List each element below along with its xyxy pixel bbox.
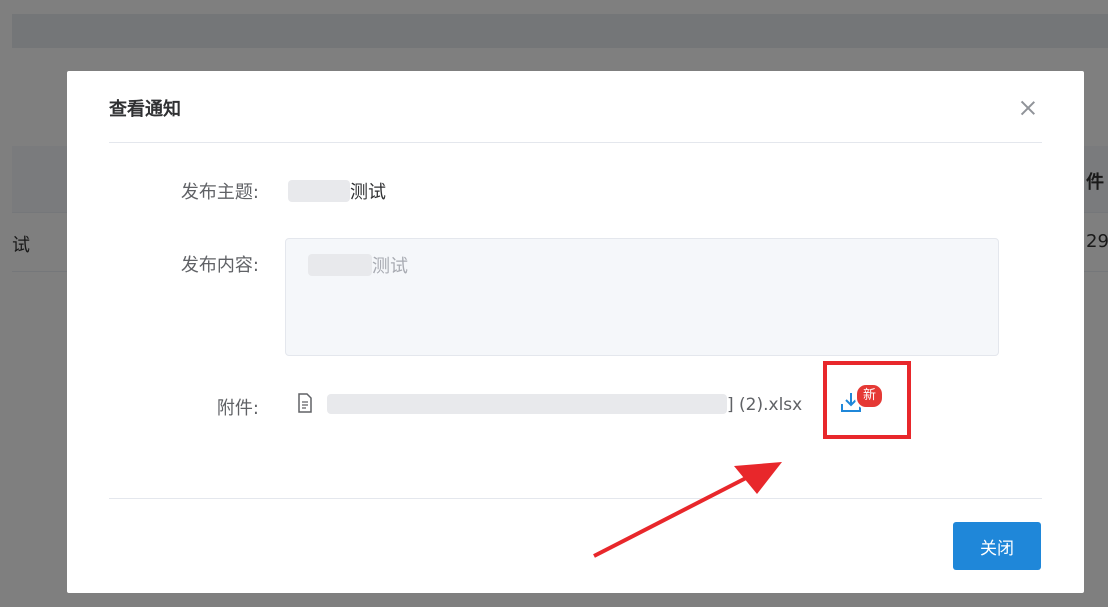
footer-divider [109,498,1042,499]
content-value: 测试 [308,252,408,278]
dialog-title: 查看通知 [109,99,181,120]
subject-value-text: 测试 [350,182,386,203]
view-notice-dialog: 查看通知 发布主题: 测试 发布内容: 测试 附件: ] (2).xlsx 新 … [67,71,1084,593]
document-icon [298,393,312,413]
subject-value: 测试 [280,178,386,204]
header-divider [109,142,1042,143]
redacted-text [308,254,372,276]
attachment-label: 附件: [216,398,259,419]
redacted-text [327,394,727,414]
content-textarea[interactable]: 测试 [285,238,999,356]
attachment-filename: ] (2).xlsx [327,394,802,415]
close-icon[interactable] [1017,97,1039,119]
annotation-highlight-box [823,361,911,439]
content-value-text: 测试 [372,256,408,277]
close-button[interactable]: 关闭 [953,522,1041,570]
content-label: 发布内容: [180,255,259,276]
redacted-text [288,180,350,202]
subject-label: 发布主题: [180,182,259,203]
attachment-filename-text: ] (2).xlsx [727,395,803,415]
